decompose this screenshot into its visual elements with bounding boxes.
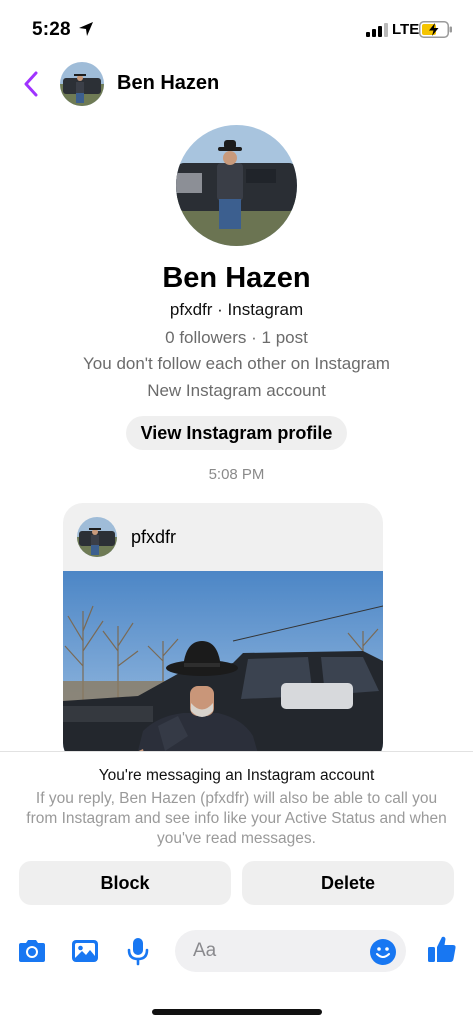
battery-charging-icon: [419, 21, 452, 38]
profile-stats: 0 followers · 1 post: [165, 328, 308, 347]
status-bar: 5:28 LTE: [0, 0, 473, 56]
delete-button[interactable]: Delete: [242, 861, 454, 905]
thumbs-up-icon[interactable]: [426, 933, 458, 965]
emoji-icon[interactable]: [369, 938, 397, 966]
home-indicator: [152, 1009, 322, 1015]
notice-body: If you reply, Ben Hazen (pfxdfr) will al…: [26, 790, 447, 847]
block-button[interactable]: Block: [19, 861, 231, 905]
location-arrow-icon: [79, 22, 93, 36]
view-instagram-profile-button[interactable]: View Instagram profile: [126, 416, 347, 450]
back-button[interactable]: [18, 66, 44, 102]
contact-name[interactable]: Ben Hazen: [117, 72, 219, 95]
shared-post-card[interactable]: pfxdfr: [63, 503, 383, 763]
image-icon[interactable]: [69, 935, 101, 967]
signal-icon: [366, 23, 388, 37]
post-image: [63, 571, 383, 763]
message-composer: [0, 921, 473, 1024]
message-timestamp: 5:08 PM: [208, 466, 265, 483]
contact-avatar[interactable]: [60, 62, 104, 106]
status-time: 5:28: [32, 19, 71, 40]
chat-header: Ben Hazen: [0, 56, 473, 112]
microphone-icon[interactable]: [122, 935, 154, 967]
account-note: New Instagram account: [147, 381, 326, 400]
profile-name: Ben Hazen: [162, 262, 311, 294]
instagram-account-notice: You're messaging an Instagram account If…: [0, 751, 473, 921]
profile-avatar[interactable]: [176, 125, 297, 246]
chevron-left-icon: [24, 71, 38, 97]
profile-subtitle: pfxdfr · Instagram: [169, 300, 304, 319]
follow-status: You don't follow each other on Instagram: [83, 354, 390, 373]
notice-title: You're messaging an Instagram account: [98, 767, 375, 784]
network-type: LTE: [392, 21, 420, 38]
camera-icon[interactable]: [16, 935, 48, 967]
post-username: pfxdfr: [131, 527, 177, 547]
post-author-avatar: [77, 517, 117, 557]
